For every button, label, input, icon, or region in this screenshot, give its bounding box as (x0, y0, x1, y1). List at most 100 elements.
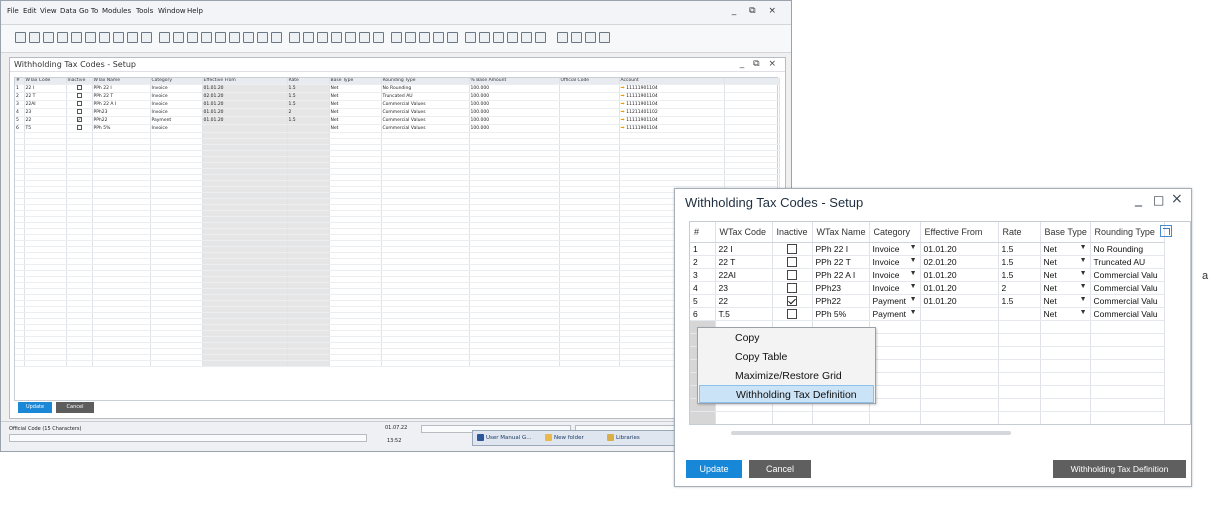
bg-cell-account[interactable]: ➡ 11111901104 (619, 124, 725, 133)
bg-cell-category[interactable]: Invoice (150, 84, 203, 93)
menu-modules[interactable]: Modules (102, 7, 131, 15)
menu-view[interactable]: View (40, 7, 57, 15)
bg-cell-rate[interactable]: 1.5 (287, 100, 330, 109)
cell-inactive[interactable] (772, 294, 813, 308)
toolbar-tool-icon[interactable] (521, 32, 532, 43)
cell-category[interactable]: ▼ Invoice (869, 255, 921, 269)
toolbar-tool-icon[interactable] (535, 32, 546, 43)
inactive-checkbox[interactable] (787, 243, 797, 254)
menu-help[interactable]: Help (187, 7, 203, 15)
dropdown-arrow-icon[interactable]: ▼ (1080, 296, 1087, 303)
context-copy[interactable]: Copy (699, 329, 874, 347)
dropdown-arrow-icon[interactable]: ▼ (910, 309, 917, 316)
cell-wtax-name[interactable]: PPh23 (812, 281, 870, 295)
toolbar-tool-icon[interactable] (215, 32, 226, 43)
bg-cell-base-amount[interactable]: 100.000 (469, 84, 560, 93)
bg-cell-official-code[interactable] (559, 116, 620, 125)
bg-table-row[interactable]: 6 T5 PPh 5% Invoice Net Commercial Values 100.… (15, 124, 780, 133)
update-button[interactable]: Update (686, 460, 742, 478)
dropdown-arrow-icon[interactable]: ▼ (910, 244, 917, 251)
table-row[interactable]: 4 23 PPh23 ▼ Invoice 01.01.20 2 ▼ Net Commercial … (690, 281, 1165, 295)
cell-rounding-type[interactable]: Commercial Valu (1090, 268, 1165, 282)
bg-cell-code[interactable]: T5 (24, 124, 67, 133)
bg-cell-rate[interactable]: 1.5 (287, 116, 330, 125)
background-update-button[interactable]: Update (18, 402, 52, 413)
inactive-checkbox[interactable] (787, 269, 797, 280)
cell-category[interactable]: ▼ Payment (869, 307, 921, 321)
bg-cell-base-type[interactable]: Net (329, 84, 382, 93)
bg-cell-base-type[interactable]: Net (329, 124, 382, 133)
bg-cell-name[interactable]: PPh 22 T (92, 92, 151, 101)
bg-cell-name[interactable]: PPh22 (92, 116, 151, 125)
cell-rate[interactable]: 2 (998, 281, 1041, 295)
context-maximize-grid[interactable]: Maximize/Restore Grid (699, 367, 874, 385)
toolbar-tool-icon[interactable] (187, 32, 198, 43)
bg-cell-code[interactable]: 23 (24, 108, 67, 117)
inactive-checkbox[interactable]: ✓ (76, 117, 82, 123)
cell-effective-from[interactable]: 01.01.20 (920, 242, 999, 256)
bg-cell-effective-from[interactable]: 01.01.20 (202, 116, 288, 125)
cell-wtax-code[interactable]: 22 (715, 294, 773, 308)
taskbar-item-libraries[interactable]: Libraries (607, 434, 640, 441)
withholding-tax-definition-button[interactable]: Withholding Tax Definition (1053, 460, 1186, 478)
bg-cell-base-amount[interactable]: 100.000 (469, 100, 560, 109)
dropdown-arrow-icon[interactable]: ▼ (910, 270, 917, 277)
menu-window[interactable]: Window (158, 7, 186, 15)
cell-wtax-code[interactable]: T.5 (715, 307, 773, 321)
cell-wtax-code[interactable]: 22 I (715, 242, 773, 256)
bg-cell-name[interactable]: PPh 5% (92, 124, 151, 133)
cell-category[interactable]: ▼ Invoice (869, 281, 921, 295)
bg-cell-rate[interactable]: 1.5 (287, 92, 330, 101)
bg-cell-code[interactable]: 22 I (24, 84, 67, 93)
bg-cell-effective-from[interactable]: 01.01.20 (202, 100, 288, 109)
table-row[interactable]: 2 22 T PPh 22 T ▼ Invoice 02.01.20 1.5 ▼ Net Trun… (690, 255, 1165, 269)
bg-cell-base-amount[interactable]: 100.000 (469, 124, 560, 133)
context-wtax-definition[interactable]: Withholding Tax Definition (699, 385, 874, 403)
cell-inactive[interactable] (772, 268, 813, 282)
bg-cell-base-amount[interactable]: 100.000 (469, 108, 560, 117)
cell-effective-from[interactable]: 02.01.20 (920, 255, 999, 269)
cell-base-type[interactable]: ▼ Net (1040, 294, 1091, 308)
bg-cell-rounding[interactable]: Commercial Values (381, 116, 470, 125)
bg-cell-account[interactable]: ➡ 11111901104 (619, 92, 725, 101)
toolbar-tool-icon[interactable] (507, 32, 518, 43)
toolbar-tool-icon[interactable] (479, 32, 490, 43)
bg-table-row[interactable]: 1 22 I PPh 22 I Invoice 01.01.20 1.5 Net No Rou… (15, 84, 780, 93)
bg-cell-category[interactable]: Invoice (150, 108, 203, 117)
bg-cell-base-type[interactable]: Net (329, 92, 382, 101)
toolbar-tool-icon[interactable] (271, 32, 282, 43)
bg-cell-inactive[interactable] (66, 100, 93, 109)
toolbar-tool-icon[interactable] (43, 32, 54, 43)
cell-inactive[interactable] (772, 281, 813, 295)
dropdown-arrow-icon[interactable]: ▼ (1080, 270, 1087, 277)
bg-cell-rounding[interactable]: Commercial Values (381, 108, 470, 117)
bg-cell-name[interactable]: PPh 22 I (92, 84, 151, 93)
bg-cell-inactive[interactable] (66, 124, 93, 133)
bg-cell-rounding[interactable]: Truncated AU (381, 92, 470, 101)
cell-base-type[interactable]: ▼ Net (1040, 255, 1091, 269)
toolbar-tool-icon[interactable] (391, 32, 402, 43)
bg-cell-rounding[interactable]: Commercial Values (381, 100, 470, 109)
cell-base-type[interactable]: ▼ Net (1040, 281, 1091, 295)
cell-rounding-type[interactable]: Commercial Valu (1090, 281, 1165, 295)
cell-category[interactable]: ▼ Invoice (869, 242, 921, 256)
bg-cell-rate[interactable]: 2 (287, 108, 330, 117)
cell-inactive[interactable] (772, 255, 813, 269)
toolbar-tool-icon[interactable] (243, 32, 254, 43)
bg-cell-official-code[interactable] (559, 124, 620, 133)
bg-cell-effective-from[interactable]: 01.01.20 (202, 84, 288, 93)
cell-rounding-type[interactable]: Truncated AU (1090, 255, 1165, 269)
cancel-button[interactable]: Cancel (749, 460, 811, 478)
toolbar-tool-icon[interactable] (585, 32, 596, 43)
cell-wtax-name[interactable]: PPh 22 A I (812, 268, 870, 282)
cell-effective-from[interactable]: 01.01.20 (920, 281, 999, 295)
bg-cell-rounding[interactable]: No Rounding (381, 84, 470, 93)
inner-window-controls[interactable]: _ ⧉ × (740, 59, 779, 69)
bg-cell-code[interactable]: 22 (24, 116, 67, 125)
menu-edit[interactable]: Edit (23, 7, 37, 15)
toolbar-tool-icon[interactable] (141, 32, 152, 43)
toolbar-tool-icon[interactable] (257, 32, 268, 43)
menu-file[interactable]: File (7, 7, 19, 15)
bg-cell-official-code[interactable] (559, 108, 620, 117)
toolbar-tool-icon[interactable] (159, 32, 170, 43)
